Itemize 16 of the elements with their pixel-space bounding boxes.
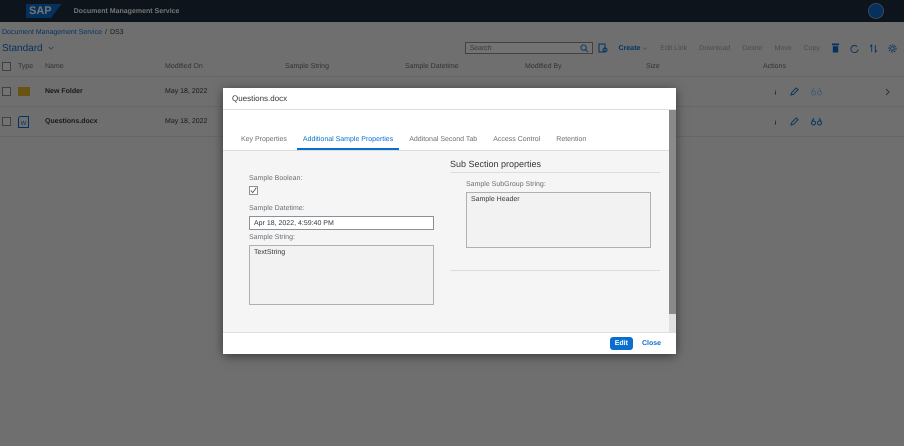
logo: SAP bbox=[26, 4, 62, 18]
chevron-right-icon[interactable] bbox=[885, 88, 890, 96]
row-checkbox[interactable] bbox=[2, 87, 11, 96]
pencil-icon bbox=[790, 117, 799, 126]
dialog-title: Questions.docx bbox=[232, 94, 288, 103]
chevron-down-icon bbox=[46, 45, 55, 51]
glasses-icon[interactable] bbox=[811, 118, 822, 126]
variant-title[interactable]: Standard bbox=[2, 42, 43, 54]
user-avatar[interactable] bbox=[868, 3, 884, 19]
section-title: Sub Section properties bbox=[450, 159, 542, 169]
row-checkbox[interactable] bbox=[2, 117, 11, 126]
scrollbar-thumb[interactable] bbox=[669, 110, 676, 314]
folder-icon bbox=[18, 87, 30, 96]
checkbox[interactable] bbox=[249, 186, 258, 195]
pencil-icon bbox=[790, 87, 799, 96]
select-all-checkbox[interactable] bbox=[2, 62, 11, 71]
